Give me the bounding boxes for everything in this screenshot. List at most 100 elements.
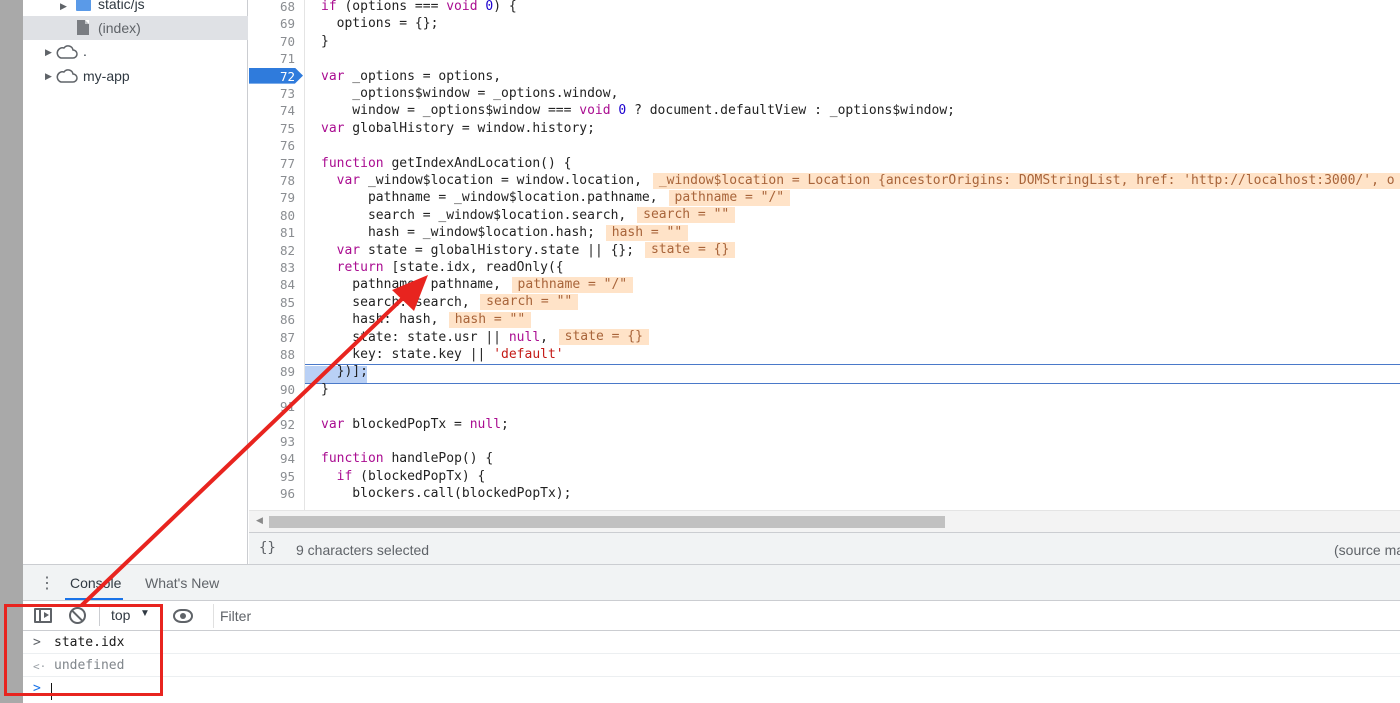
horizontal-scrollbar[interactable]: ◀ (249, 510, 1400, 532)
scroll-left-icon[interactable]: ◀ (256, 515, 263, 526)
code-line[interactable]: 73 _options$window = _options.window, (249, 85, 1400, 102)
line-number[interactable]: 68 (249, 0, 295, 15)
source-editor[interactable]: 68 if (options === void 0) {69 options = … (249, 0, 1400, 532)
console-output[interactable]: > state.idx <· undefined > (23, 631, 1400, 703)
line-number[interactable]: 86 (249, 311, 295, 328)
line-number[interactable]: 76 (249, 137, 295, 154)
folder-icon (76, 0, 91, 11)
line-number[interactable]: 78 (249, 172, 295, 189)
more-options-icon[interactable]: ⋮ (39, 573, 55, 593)
code-text: hash = _window$location.hash; (321, 225, 595, 241)
code-text: if (options === void 0) { (321, 0, 517, 14)
code-text: } (321, 33, 329, 49)
code-line[interactable]: 89 })]; (249, 363, 1400, 380)
line-number[interactable]: 79 (249, 189, 295, 206)
code-text: function handlePop() { (321, 451, 494, 467)
line-number[interactable]: 71 (249, 50, 295, 67)
tree-item-index[interactable]: (index) (23, 16, 248, 40)
line-number[interactable]: 72 (249, 68, 295, 85)
code-line[interactable]: 78 var _window$location = window.locatio… (249, 172, 1400, 189)
line-number[interactable]: 90 (249, 381, 295, 398)
inline-variable-value: search = "" (480, 294, 579, 311)
line-number[interactable]: 84 (249, 276, 295, 293)
line-number[interactable]: 93 (249, 433, 295, 450)
expand-arrow-icon[interactable]: ▶ (60, 1, 67, 12)
code-line[interactable]: 81 hash = _window$location.hash; hash = "… (249, 224, 1400, 241)
line-number[interactable]: 80 (249, 207, 295, 224)
code-line[interactable]: 87 state: state.usr || null, state = {} (249, 329, 1400, 346)
code-line[interactable]: 82 var state = globalHistory.state || {}… (249, 242, 1400, 259)
tree-item-dot[interactable]: ▶ . (23, 40, 248, 64)
code-line[interactable]: 75 var globalHistory = window.history; (249, 120, 1400, 137)
tree-item-label: . (83, 43, 87, 59)
code-text: search = _window$location.search, (321, 207, 627, 223)
code-line[interactable]: 96 blockers.call(blockedPopTx); (249, 485, 1400, 502)
code-line[interactable]: 86 hash: hash, hash = "" (249, 311, 1400, 328)
code-line[interactable]: 85 search: search, search = "" (249, 294, 1400, 311)
code-line[interactable]: 91 (249, 398, 1400, 415)
annotation-highlight-box (4, 604, 163, 696)
line-number[interactable]: 69 (249, 15, 295, 32)
tab-console[interactable]: Console (70, 575, 121, 591)
code-text: function getIndexAndLocation() { (321, 155, 572, 171)
line-number[interactable]: 83 (249, 259, 295, 276)
code-line[interactable]: 88 key: state.key || 'default' (249, 346, 1400, 363)
code-text: search: search, (321, 294, 470, 310)
cloud-icon (56, 45, 78, 59)
code-line[interactable]: 68 if (options === void 0) { (249, 0, 1400, 15)
code-line[interactable]: 71 (249, 50, 1400, 67)
line-number[interactable]: 73 (249, 85, 295, 102)
code-text: blockers.call(blockedPopTx); (321, 486, 572, 502)
tab-whats-new[interactable]: What's New (145, 575, 219, 591)
code-line[interactable]: 84 pathname: pathname, pathname = "/" (249, 276, 1400, 294)
tree-item-my-app[interactable]: ▶ my-app (23, 64, 248, 88)
line-number[interactable]: 87 (249, 329, 295, 346)
code-text: var blockedPopTx = null; (321, 416, 509, 432)
code-line[interactable]: 93 (249, 433, 1400, 450)
code-line[interactable]: 90} (249, 381, 1400, 398)
code-text: var globalHistory = window.history; (321, 120, 595, 136)
line-number[interactable]: 85 (249, 294, 295, 311)
code-line[interactable]: 94 function handlePop() { (249, 450, 1400, 467)
code-line[interactable]: 83 return [state.idx, readOnly({ (249, 259, 1400, 276)
code-line[interactable]: 76 (249, 137, 1400, 154)
line-number[interactable]: 91 (249, 398, 295, 415)
code-line[interactable]: 77 function getIndexAndLocation() { (249, 155, 1400, 172)
line-number[interactable]: 88 (249, 346, 295, 363)
file-tree: ▶ static/js (index) ▶ . ▶ my-app (23, 0, 248, 564)
cloud-icon (56, 69, 78, 83)
line-number[interactable]: 94 (249, 450, 295, 467)
line-number[interactable]: 92 (249, 416, 295, 433)
code-line[interactable]: 95 if (blockedPopTx) { (249, 468, 1400, 485)
line-number[interactable]: 74 (249, 102, 295, 119)
code-line[interactable]: 74 window = _options$window === void 0 ?… (249, 102, 1400, 119)
code-line[interactable]: 79 pathname = _window$location.pathname,… (249, 189, 1400, 207)
inline-variable-value: _window$location = Location {ancestorOri… (652, 172, 1400, 189)
code-line[interactable]: 72 var _options = options, (249, 67, 1400, 85)
selection-status: 9 characters selected (296, 542, 430, 558)
expand-arrow-icon[interactable]: ▶ (45, 71, 52, 82)
console-toolbar: top ▼ (23, 601, 1400, 631)
line-number[interactable]: 75 (249, 120, 295, 137)
console-filter-input[interactable] (213, 604, 1400, 628)
line-number[interactable]: 81 (249, 224, 295, 241)
code-line[interactable]: 70} (249, 33, 1400, 50)
code-text: if (blockedPopTx) { (336, 468, 486, 484)
inline-variable-value: state = {} (558, 329, 649, 346)
code-line[interactable]: 69 options = {}; (249, 15, 1400, 32)
line-number[interactable]: 96 (249, 485, 295, 502)
live-expression-eye-icon[interactable] (173, 609, 193, 623)
source-map-link[interactable]: (source ma (1334, 542, 1400, 558)
code-line[interactable]: 80 search = _window$location.search, sear… (249, 207, 1400, 224)
expand-arrow-icon[interactable]: ▶ (45, 47, 52, 58)
scrollbar-thumb[interactable] (269, 516, 945, 528)
line-number[interactable]: 70 (249, 33, 295, 50)
code-text: pathname: pathname, (321, 277, 502, 293)
tree-item-static-js[interactable]: ▶ static/js (23, 0, 248, 17)
pretty-print-button[interactable]: {} (259, 540, 276, 556)
line-number[interactable]: 77 (249, 155, 295, 172)
line-number[interactable]: 82 (249, 242, 295, 259)
line-number[interactable]: 89 (249, 363, 295, 380)
code-line[interactable]: 92 var blockedPopTx = null; (249, 416, 1400, 433)
line-number[interactable]: 95 (249, 468, 295, 485)
